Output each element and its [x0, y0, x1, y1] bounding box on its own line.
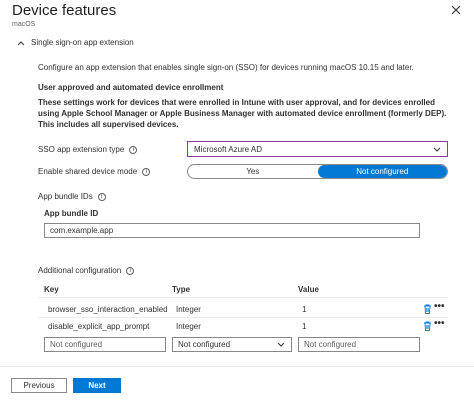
footer-divider	[0, 366, 474, 367]
row-key: browser_sso_interaction_enabled	[48, 305, 168, 314]
new-type-value: Not configured	[178, 340, 231, 349]
shared-mode-label-text: Enable shared device mode	[38, 167, 138, 176]
divider	[38, 297, 448, 298]
row-key: disable_explicit_app_prompt	[48, 322, 150, 331]
enrollment-heading: User approved and automated device enrol…	[38, 83, 224, 92]
more-icon[interactable]: •••	[434, 318, 445, 329]
info-icon[interactable]: i	[97, 192, 106, 201]
shared-mode-label: Enable shared device mode i	[38, 167, 151, 176]
new-key-input[interactable]: Not configured	[44, 337, 166, 352]
bundle-field-label: App bundle ID	[44, 209, 99, 218]
chevron-down-icon	[277, 342, 285, 347]
info-icon[interactable]: i	[126, 266, 135, 275]
new-type-dropdown[interactable]: Not configured	[172, 337, 292, 352]
column-header-type: Type	[172, 285, 191, 294]
shared-mode-option-yes[interactable]: Yes	[188, 165, 318, 178]
chevron-down-icon	[433, 147, 441, 152]
new-value-input[interactable]: Not configured	[298, 337, 420, 352]
row-type: Integer	[176, 305, 201, 314]
sso-type-label-text: SSO app extension type	[38, 145, 125, 154]
bundle-id-input[interactable]: com.example.app	[44, 223, 420, 238]
bundle-section-label-text: App bundle IDs	[38, 192, 93, 201]
sso-type-label: SSO app extension type i	[38, 145, 138, 154]
additional-config-label: Additional configuration i	[38, 266, 135, 275]
section-toggle[interactable]: Single sign-on app extension	[17, 38, 134, 47]
row-value: 1	[302, 322, 307, 331]
more-icon[interactable]: •••	[434, 301, 445, 312]
chevron-up-icon	[17, 40, 25, 45]
trash-icon[interactable]	[423, 321, 432, 331]
close-icon[interactable]	[451, 5, 461, 15]
page-subtitle: macOS	[12, 21, 36, 28]
divider	[38, 317, 448, 318]
enrollment-note: These settings work for devices that wer…	[38, 98, 447, 129]
shared-mode-toggle[interactable]: Yes Not configured	[187, 164, 448, 179]
additional-config-label-text: Additional configuration	[38, 266, 122, 275]
section-label: Single sign-on app extension	[31, 38, 134, 47]
column-header-value: Value	[298, 285, 319, 294]
next-button[interactable]: Next	[73, 378, 121, 393]
sso-type-value: Microsoft Azure AD	[194, 144, 263, 154]
column-header-key: Key	[44, 285, 59, 294]
row-value: 1	[302, 305, 307, 314]
row-type: Integer	[176, 322, 201, 331]
info-icon[interactable]: i	[129, 145, 138, 154]
trash-icon[interactable]	[423, 304, 432, 314]
shared-mode-option-not-configured[interactable]: Not configured	[317, 165, 447, 178]
section-description: Configure an app extension that enables …	[38, 63, 414, 72]
bundle-section-label: App bundle IDs i	[38, 192, 106, 201]
sso-type-dropdown[interactable]: Microsoft Azure AD	[187, 141, 448, 157]
previous-button[interactable]: Previous	[11, 378, 67, 393]
page-title: Device features	[12, 2, 117, 19]
info-icon[interactable]: i	[142, 167, 151, 176]
